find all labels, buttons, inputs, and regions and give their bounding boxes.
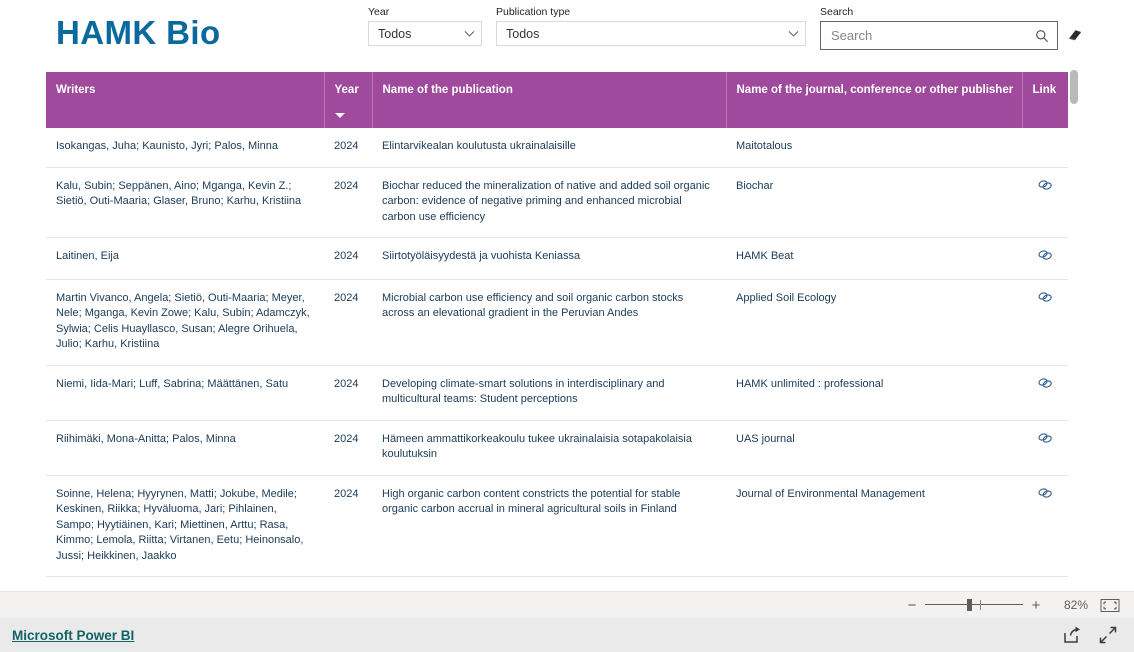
publications-table: Writers Year Name of the publication Nam… (46, 72, 1068, 590)
cell-publication-name: Biochar reduced the mineralization of na… (372, 167, 726, 238)
cell-journal: Applied Soil Ecology (726, 279, 1022, 366)
table-row[interactable]: Niemi, Iida-Mari; Luff, Sabrina; Määttän… (46, 365, 1068, 421)
table-row[interactable]: Soinne, Helena; Hyyrynen, Matti; Jokube,… (46, 475, 1068, 577)
cell-journal: UAS journal (726, 420, 1022, 476)
microsoft-power-bi-link[interactable]: Microsoft Power BI (12, 628, 134, 643)
cell-link (1022, 128, 1068, 168)
cell-publication-name: Developing climate-smart solutions in in… (372, 365, 726, 421)
report-footer: Microsoft Power BI (0, 618, 1134, 652)
cell-writers: Martin Vivanco, Angela; Sietiö, Outi-Maa… (46, 279, 324, 366)
year-filter-group: Year Todos (368, 6, 482, 46)
link-icon[interactable] (1038, 377, 1052, 389)
publication-type-filter-dropdown[interactable]: Todos (496, 21, 806, 46)
cell-publication-name: Elintarvikealan koulutusta ukrainalaisil… (372, 128, 726, 168)
fit-to-page-icon[interactable] (1100, 598, 1120, 613)
cell-year: 2024 (324, 167, 372, 238)
column-header-publication-name[interactable]: Name of the publication (372, 72, 727, 128)
search-icon[interactable] (1035, 29, 1049, 43)
cell-publication-name: Hämeen ammattikorkeakoulu tukee ukrainal… (372, 420, 726, 476)
cell-publication-name: Siirtotyöläisyydestä ja vuohista Keniass… (372, 237, 726, 280)
cell-link[interactable] (1022, 279, 1068, 366)
zoom-statusbar: − + 82% (0, 591, 1134, 618)
link-icon[interactable] (1038, 249, 1052, 261)
column-header-writers[interactable]: Writers (46, 72, 325, 128)
table-row[interactable]: Martin Vivanco, Angela; Sietiö, Outi-Maa… (46, 279, 1068, 366)
zoom-slider-notch (980, 600, 981, 610)
cell-year: 2024 (324, 128, 372, 168)
report-header: HAMK Bio Year Todos Publication type Tod… (0, 0, 1134, 66)
table-row[interactable]: Kalu, Subin; Seppänen, Aino; Mganga, Kev… (46, 167, 1068, 238)
zoom-out-button[interactable]: − (904, 598, 920, 613)
cell-writers: Niemi, Iida-Mari; Luff, Sabrina; Määttän… (46, 365, 324, 421)
publications-table-container[interactable]: Writers Year Name of the publication Nam… (46, 72, 1068, 590)
column-header-journal[interactable]: Name of the journal, conference or other… (726, 72, 1023, 128)
column-header-year-label: Year (334, 84, 359, 96)
cell-journal: HAMK unlimited : professional (726, 365, 1022, 421)
cell-year: 2024 (324, 475, 372, 577)
cell-link[interactable] (1022, 365, 1068, 421)
zoom-slider[interactable] (925, 598, 1023, 612)
powerbi-report-page: HAMK Bio Year Todos Publication type Tod… (0, 0, 1134, 652)
year-filter-label: Year (368, 6, 390, 18)
cell-link[interactable] (1022, 420, 1068, 476)
table-header-row: Writers Year Name of the publication Nam… (46, 72, 1068, 128)
page-title: HAMK Bio (56, 14, 221, 51)
cell-writers: Isokangas, Juha; Kaunisto, Jyri; Palos, … (46, 128, 324, 168)
zoom-level-label: 82% (1063, 598, 1088, 612)
cell-publication-name: Microbial carbon use efficiency and soil… (372, 279, 726, 366)
link-icon[interactable] (1038, 291, 1052, 303)
year-filter-value: Todos (378, 26, 412, 41)
share-icon[interactable] (1062, 625, 1082, 645)
cell-year: 2024 (324, 420, 372, 476)
sort-descending-icon[interactable] (334, 113, 345, 118)
publication-type-filter-group: Publication type Todos (496, 6, 806, 46)
cell-writers: Riihimäki, Mona-Anitta; Palos, Minna (46, 420, 324, 476)
cell-writers: Soinne, Helena; Hyyrynen, Matti; Jokube,… (46, 475, 324, 577)
cell-year: 2024 (324, 279, 372, 366)
table-row[interactable]: Isokangas, Juha; Kaunisto, Jyri; Palos, … (46, 128, 1068, 168)
column-header-link[interactable]: Link (1022, 72, 1068, 128)
table-row[interactable]: Laitinen, Eija 2024 Siirtotyöläisyydestä j… (46, 237, 1068, 280)
chevron-down-icon (788, 30, 799, 37)
cell-journal: Journal of Environmental Management (726, 475, 1022, 577)
year-filter-dropdown[interactable]: Todos (368, 21, 482, 46)
search-input[interactable] (831, 28, 1035, 43)
cell-link[interactable] (1022, 237, 1068, 280)
eraser-icon[interactable] (1066, 27, 1084, 43)
cell-journal: HAMK Beat (726, 237, 1022, 280)
table-row[interactable]: Riihimäki, Mona-Anitta; Palos, Minna 2024… (46, 420, 1068, 476)
fullscreen-icon[interactable] (1098, 625, 1118, 645)
zoom-slider-thumb[interactable] (967, 599, 972, 611)
cell-journal: Maitotalous (726, 128, 1022, 168)
publication-type-filter-label: Publication type (496, 6, 571, 18)
table-vertical-scrollbar[interactable] (1070, 70, 1079, 590)
chevron-down-icon (464, 30, 475, 37)
zoom-in-button[interactable]: + (1028, 598, 1044, 613)
link-icon[interactable] (1038, 179, 1052, 191)
search-label: Search (820, 6, 854, 18)
zoom-slider-track (925, 604, 1023, 605)
publication-type-filter-value: Todos (506, 26, 540, 41)
cell-link[interactable] (1022, 475, 1068, 577)
cell-year: 2024 (324, 237, 372, 280)
cell-writers: Kalu, Subin; Seppänen, Aino; Mganga, Kev… (46, 167, 324, 238)
search-box[interactable] (820, 21, 1058, 50)
cell-journal: Biochar (726, 167, 1022, 238)
search-group: Search (820, 6, 1058, 50)
cell-publication-name: High organic carbon content constricts t… (372, 475, 726, 577)
cell-year: 2024 (324, 365, 372, 421)
scrollbar-thumb[interactable] (1070, 70, 1078, 104)
column-header-year[interactable]: Year (324, 72, 373, 128)
link-icon[interactable] (1038, 487, 1052, 499)
table-body: Isokangas, Juha; Kaunisto, Jyri; Palos, … (46, 128, 1068, 590)
cell-link[interactable] (1022, 167, 1068, 238)
link-icon[interactable] (1038, 432, 1052, 444)
cell-writers: Laitinen, Eija (46, 237, 324, 280)
